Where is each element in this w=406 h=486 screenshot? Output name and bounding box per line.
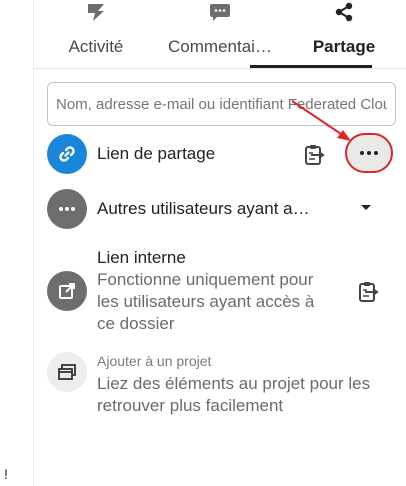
more-dot-icon [367, 151, 371, 155]
copy-internal-link-clipboard-icon[interactable] [357, 280, 379, 304]
tab-comments[interactable]: Commentai… [158, 0, 282, 68]
tab-share-label: Partage [312, 37, 376, 56]
copy-link-clipboard-icon[interactable] [303, 143, 325, 167]
tab-activity[interactable]: Activité [34, 0, 158, 68]
tab-comments-label: Commentai… [168, 37, 272, 56]
expand-caret-icon[interactable] [361, 205, 371, 210]
more-dot-icon [374, 151, 378, 155]
activity-bolt-icon [84, 2, 108, 22]
more-users-icon [47, 189, 87, 229]
project-icon[interactable] [47, 352, 87, 392]
left-panel-mark: ! [4, 466, 8, 482]
share-link-title: Lien de partage [97, 144, 216, 163]
others-with-access-title[interactable]: Autres utilisateurs ayant a… [97, 199, 310, 219]
left-panel-edge: ! [0, 0, 34, 486]
share-link-actions-button[interactable] [345, 133, 393, 173]
add-to-project-subtitle: Liez des éléments au projet pour les ret… [97, 374, 371, 415]
sidebar-tabs: Activité Commentai… Partage [34, 0, 406, 68]
tab-share[interactable]: Partage [282, 0, 406, 68]
comment-icon [208, 2, 232, 22]
tab-activity-label: Activité [68, 37, 124, 56]
share-search-input[interactable] [47, 82, 396, 126]
tabs-divider [34, 68, 406, 69]
share-icon [332, 2, 356, 22]
add-to-project-title[interactable]: Ajouter à un projet [97, 353, 211, 369]
external-link-icon [47, 271, 87, 311]
link-icon [47, 134, 87, 174]
internal-link-title: Lien interne [97, 248, 186, 267]
more-dot-icon [360, 151, 364, 155]
internal-link-subtitle: Fonctionne uniquement pour les utilisate… [97, 270, 315, 333]
